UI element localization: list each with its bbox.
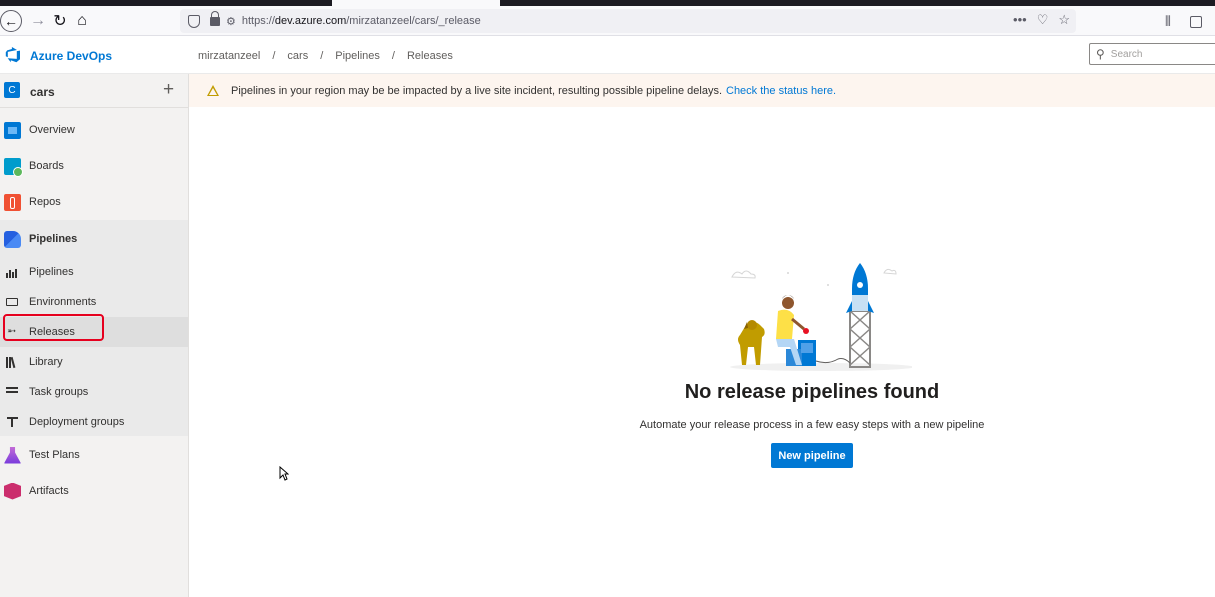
library-icon [6,356,18,368]
sidebar-item-label: Test Plans [29,449,80,461]
sidebar-item-test-plans[interactable]: Test Plans [0,437,188,473]
overview-icon [4,121,21,139]
sidebar-item-boards[interactable]: Boards [0,148,188,184]
search-input[interactable]: ⚲ Search [1089,43,1215,65]
empty-state-title-wrap: No release pipelines found [409,381,1215,404]
boards-icon [4,157,23,177]
empty-state-illustration [730,263,912,371]
banner-text: Pipelines in your region may be be impac… [231,84,722,97]
warning-icon [207,85,219,96]
url-text[interactable]: https://dev.azure.com/mirzatanzeel/cars/… [242,15,481,27]
sidebar-item-label: Overview [29,124,75,136]
sidebar-subitem-task-groups[interactable]: Task groups [0,377,188,407]
sidebar-item-label: Repos [29,196,61,208]
sidebar-item-label: Artifacts [29,485,69,497]
back-icon[interactable]: ← [0,10,22,32]
browser-toolbar: ← → ↻ ⌂ ⚙ https://dev.azure.com/mirzatan… [0,6,1215,36]
add-icon[interactable]: + [163,79,174,101]
breadcrumb-separator: / [391,50,395,62]
empty-state-subtitle-wrap: Automate your release process in a few e… [409,419,1215,431]
url-actions: ••• ♡ ☆ [1013,12,1070,28]
releases-highlight-box [3,314,104,341]
breadcrumb-separator: / [272,50,276,62]
sidebar-item-repos[interactable]: Repos [0,184,188,220]
sidebar-item-artifacts[interactable]: Artifacts [0,473,188,509]
tracking-shield-icon[interactable] [188,14,200,28]
reload-icon[interactable]: ↻ [48,9,72,33]
url-bar[interactable]: ⚙ https://dev.azure.com/mirzatanzeel/car… [180,9,1076,33]
sidebar-subitem-library[interactable]: Library [0,347,188,377]
status-link[interactable]: Check the status here. [726,85,836,97]
incident-banner: Pipelines in your region may be be impac… [189,74,1215,107]
pipelines-icon [4,230,21,248]
task-groups-icon [6,386,18,398]
empty-state-title: No release pipelines found [684,381,940,403]
breadcrumb-separator: / [320,50,324,62]
sidebar-toggle-icon[interactable] [1190,16,1202,28]
pocket-icon[interactable]: ♡ [1037,12,1049,28]
project-avatar: C [4,82,20,98]
page-actions-icon[interactable]: ••• [1013,12,1027,28]
pipelines-sub-icon [6,267,18,278]
search-placeholder: Search [1110,48,1143,60]
sidebar-item-label: Boards [29,160,64,172]
breadcrumb-pipelines[interactable]: Pipelines [335,50,380,62]
test-plans-icon [4,446,21,464]
breadcrumb: mirzatanzeel / cars / Pipelines / Releas… [198,50,453,62]
home-icon[interactable]: ⌂ [70,9,94,33]
sidebar-item-label: Task groups [29,386,89,398]
project-header[interactable]: C cars + [0,74,188,108]
artifacts-icon [4,482,21,500]
deployment-groups-icon [6,416,18,428]
app-title[interactable]: Azure DevOps [30,49,112,63]
sidebar-item-label: Environments [29,296,97,308]
bookmark-star-icon[interactable]: ☆ [1058,12,1070,28]
sidebar-subitem-environments[interactable]: Environments [0,287,188,317]
forward-icon[interactable]: → [26,9,50,33]
sidebar-item-label: Pipelines [29,266,74,278]
project-name[interactable]: cars [30,85,55,99]
repos-icon [4,193,21,211]
azure-devops-logo-icon[interactable] [5,47,21,63]
environments-icon [6,298,18,306]
sidebar-item-overview[interactable]: Overview [0,112,188,148]
new-pipeline-button[interactable]: New pipeline [771,443,853,468]
breadcrumb-project[interactable]: cars [287,50,308,62]
sidebar-subitem-deployment-groups[interactable]: Deployment groups [0,407,188,437]
sidebar-item-label: Deployment groups [29,416,125,428]
breadcrumb-org[interactable]: mirzatanzeel [198,50,260,62]
sidebar-subitem-pipelines[interactable]: Pipelines [0,257,188,287]
sidebar-item-label: Library [29,356,63,368]
permissions-icon[interactable]: ⚙ [226,15,236,28]
sidebar-item-pipelines[interactable]: Pipelines [0,221,188,257]
ado-header: Azure DevOps mirzatanzeel / cars / Pipel… [0,37,1215,74]
search-icon: ⚲ [1096,47,1105,61]
sidebar-item-label: Pipelines [29,233,78,245]
breadcrumb-releases[interactable]: Releases [407,50,453,62]
library-toolbar-icon[interactable]: ⫴ [1165,13,1171,30]
empty-state-subtitle: Automate your release process in a few e… [639,419,985,431]
lock-icon[interactable] [210,10,220,26]
mouse-cursor-icon [279,466,289,481]
